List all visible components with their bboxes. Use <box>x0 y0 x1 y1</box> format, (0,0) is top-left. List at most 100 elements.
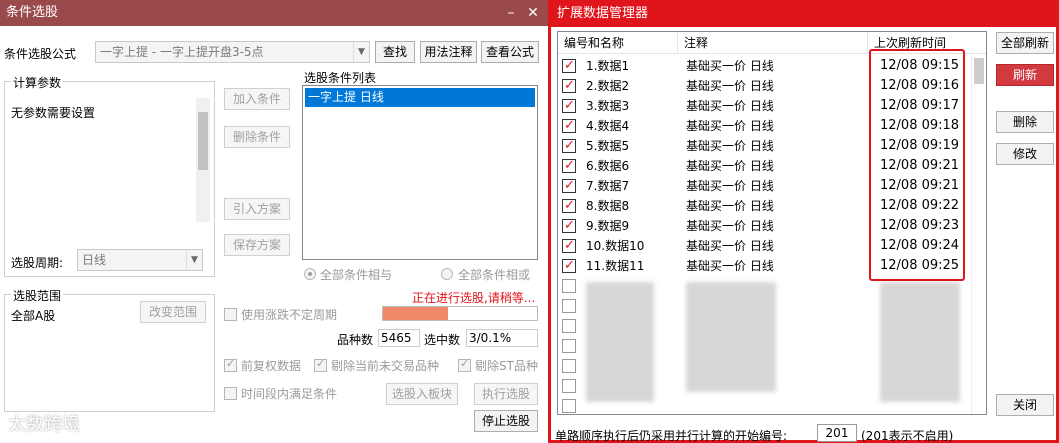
extended-data-manager-window: 扩展数据管理器 编号和名称 注释 上次刷新时间 1.数据1基础买一价 日线12/… <box>548 0 1059 443</box>
formula-label: 条件选股公式 <box>4 47 77 61</box>
view-formula-button[interactable]: 查看公式 <box>481 41 539 63</box>
stop-button[interactable]: 停止选股 <box>474 410 538 432</box>
range-value: 全部A股 <box>11 309 56 323</box>
save-plan-button[interactable]: 保存方案 <box>224 234 290 256</box>
blurred-notes <box>686 282 776 392</box>
grid-scrollbar[interactable] <box>971 54 985 414</box>
window-title: 扩展数据管理器 <box>557 6 649 21</box>
row-name: 4.数据4 <box>586 119 630 133</box>
progress-fill <box>383 307 448 320</box>
row-checkbox[interactable] <box>562 116 576 136</box>
refresh-button[interactable]: 刷新 <box>996 64 1054 86</box>
add-condition-button[interactable]: 加入条件 <box>224 88 290 110</box>
start-index-input[interactable]: 201 <box>817 424 857 442</box>
period-label: 选股周期: <box>11 256 64 270</box>
timeframe-checkbox[interactable] <box>224 387 237 400</box>
change-range-button[interactable]: 改变范围 <box>140 301 206 323</box>
delete-condition-button[interactable]: 删除条件 <box>224 126 290 148</box>
selected-label: 选中数 <box>424 333 461 347</box>
scroll-thumb[interactable] <box>198 112 208 170</box>
st-checkbox[interactable] <box>458 357 471 372</box>
row-note: 基础买一价 日线 <box>686 259 774 273</box>
fq-label: 前复权数据 <box>241 359 302 373</box>
to-block-button[interactable]: 选股入板块 <box>386 383 458 405</box>
row-checkbox[interactable] <box>562 256 576 276</box>
period-select[interactable]: 日线 ▼ <box>77 249 203 271</box>
find-button[interactable]: 查找 <box>375 41 415 63</box>
close-button[interactable]: 关闭 <box>996 394 1054 416</box>
range-group: 选股范围 全部A股 改变范围 <box>4 287 215 412</box>
blurred-names <box>586 282 654 402</box>
and-radio[interactable] <box>304 268 316 280</box>
row-checkbox[interactable] <box>562 76 576 96</box>
range-group-label: 选股范围 <box>11 287 64 304</box>
row-checkbox[interactable] <box>562 156 576 176</box>
row-note: 基础买一价 日线 <box>686 59 774 73</box>
row-checkbox[interactable] <box>562 176 576 196</box>
row-checkbox[interactable] <box>562 196 576 216</box>
row-checkbox[interactable] <box>562 339 576 353</box>
col-name-header[interactable]: 编号和名称 <box>558 32 678 54</box>
condition-list-label: 选股条件列表 <box>304 71 377 85</box>
row-checkbox[interactable] <box>562 299 576 313</box>
chevron-down-icon[interactable]: ▼ <box>186 250 202 270</box>
notrade-checkbox[interactable] <box>314 357 327 372</box>
data-manager-titlebar: 扩展数据管理器 <box>551 3 1056 27</box>
chevron-down-icon[interactable]: ▼ <box>353 42 369 62</box>
row-name: 1.数据1 <box>586 59 630 73</box>
bottom-note: (201表示不启用) <box>861 429 954 443</box>
count-field: 5465 <box>378 329 420 347</box>
refresh-all-button[interactable]: 全部刷新 <box>996 32 1054 54</box>
close-icon[interactable]: ✕ <box>522 0 544 26</box>
row-note: 基础买一价 日线 <box>686 99 774 113</box>
minimize-icon[interactable]: – <box>500 0 522 26</box>
row-name: 11.数据11 <box>586 259 645 273</box>
row-note: 基础买一价 日线 <box>686 79 774 93</box>
row-checkbox[interactable] <box>562 319 576 333</box>
progress-bar <box>382 306 538 321</box>
usage-notes-button[interactable]: 用法注释 <box>420 41 477 63</box>
or-radio[interactable] <box>441 268 453 280</box>
fq-checkbox[interactable] <box>224 357 237 372</box>
row-checkbox[interactable] <box>562 399 576 413</box>
window-title: 条件选股 <box>6 5 59 20</box>
row-checkbox[interactable] <box>562 279 576 293</box>
formula-select[interactable]: 一字上提 - 一字上提开盘3-5点 ▼ <box>95 41 370 63</box>
modify-button[interactable]: 修改 <box>996 143 1054 165</box>
row-checkbox[interactable] <box>562 236 576 256</box>
scroll-thumb[interactable] <box>974 58 984 84</box>
row-name: 10.数据10 <box>586 239 645 253</box>
highlight-box <box>869 49 965 281</box>
row-note: 基础买一价 日线 <box>686 199 774 213</box>
params-group: 计算参数 无参数需要设置 选股周期: 日线 ▼ <box>4 74 215 277</box>
import-plan-button[interactable]: 引入方案 <box>224 198 290 220</box>
blurred-times <box>880 282 960 402</box>
delete-button[interactable]: 删除 <box>996 111 1054 133</box>
or-radio-label: 全部条件相或 <box>458 268 531 282</box>
params-text: 无参数需要设置 <box>11 106 96 120</box>
row-checkbox[interactable] <box>562 96 576 116</box>
row-note: 基础买一价 日线 <box>686 139 774 153</box>
row-checkbox[interactable] <box>562 379 576 393</box>
row-checkbox[interactable] <box>562 56 576 76</box>
condition-list[interactable]: 一字上提 日线 <box>302 85 538 260</box>
col-note-header[interactable]: 注释 <box>678 32 868 54</box>
row-checkbox[interactable] <box>562 359 576 373</box>
row-note: 基础买一价 日线 <box>686 159 774 173</box>
execute-button[interactable]: 执行选股 <box>474 383 538 405</box>
params-group-label: 计算参数 <box>11 74 64 91</box>
condition-item-selected[interactable]: 一字上提 日线 <box>305 88 535 107</box>
bottom-label: 单路顺序执行后仍采用并行计算的开始编号: <box>555 429 788 443</box>
uncertain-period-label: 使用涨跌不定周期 <box>241 308 338 322</box>
uncertain-period-checkbox[interactable] <box>224 308 237 321</box>
row-name: 3.数据3 <box>586 99 630 113</box>
and-radio-label: 全部条件相与 <box>320 268 393 282</box>
st-label: 剔除ST品种 <box>475 359 538 373</box>
row-note: 基础买一价 日线 <box>686 179 774 193</box>
row-checkbox[interactable] <box>562 216 576 236</box>
row-name: 2.数据2 <box>586 79 630 93</box>
formula-value: 一字上提 - 一字上提开盘3-5点 <box>100 45 264 59</box>
row-checkbox[interactable] <box>562 136 576 156</box>
timeframe-label: 时间段内满足条件 <box>241 387 338 401</box>
params-scrollbar[interactable] <box>196 98 210 222</box>
